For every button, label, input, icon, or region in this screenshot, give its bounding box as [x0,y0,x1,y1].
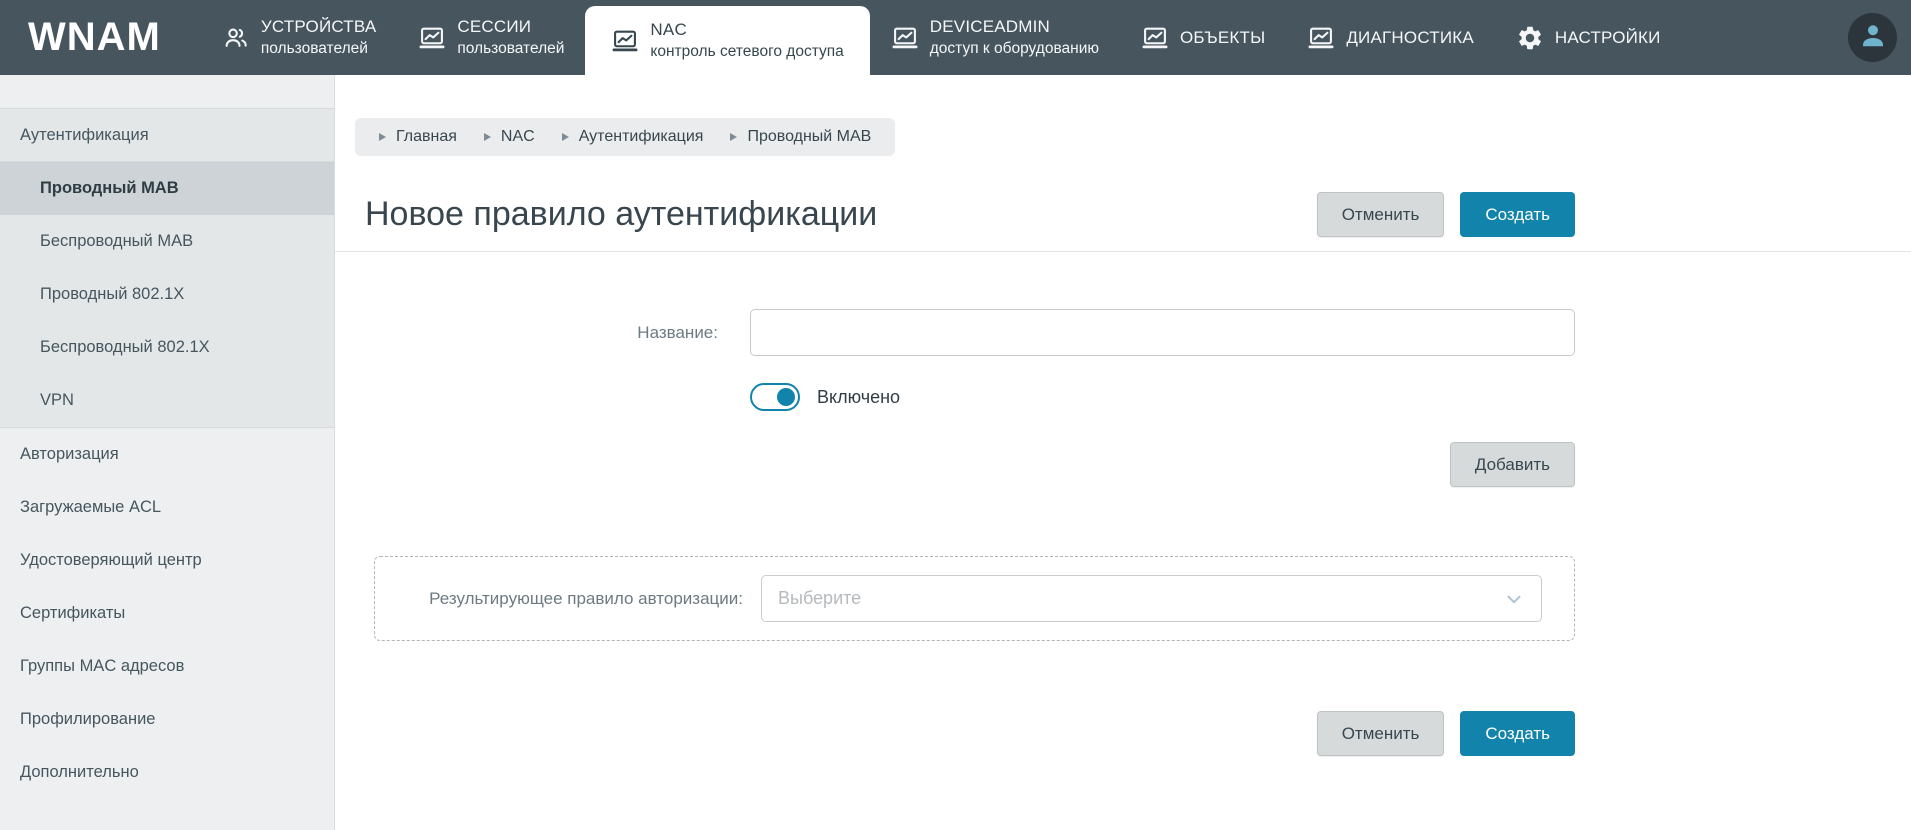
wnam-app: WNAM УСТРОЙСТВА пользователей СЕССИИ пол… [0,0,1911,830]
sidebar-item-certificate-authority[interactable]: Удостоверяющий центр [0,534,334,587]
enabled-row: Включено [750,383,1575,411]
name-input[interactable] [750,309,1575,356]
page-title: Новое правило аутентификации [365,195,878,233]
nav-label: NAC [650,20,687,39]
add-button[interactable]: Добавить [1449,442,1575,487]
sidebar-item-wireless-mab[interactable]: Беспроводный MAB [0,215,334,268]
sidebar: Аутентификация Проводный MAB Беспроводны… [0,75,335,830]
nav-sublabel: пользователей [457,40,565,57]
nav-item-diagnostics[interactable]: ДИАГНОСТИКА [1286,0,1495,75]
nav-sublabel: доступ к оборудованию [929,40,1099,57]
nav-item-nac[interactable]: NAC контроль сетевого доступа [585,6,870,75]
nav-item-settings[interactable]: НАСТРОЙКИ [1495,0,1682,75]
name-row: Название: [365,309,1575,356]
result-rule-label: Результирующее правило авторизации: [429,588,743,608]
title-divider [335,251,1911,252]
top-navigation: УСТРОЙСТВА пользователей СЕССИИ пользова… [201,0,1682,75]
monitor-chart-icon [1307,24,1335,52]
nav-text: ОБЪЕКТЫ [1180,28,1265,48]
rule-form: Название: Включено Добавить Результирующ… [365,309,1575,756]
nav-item-devices[interactable]: УСТРОЙСТВА пользователей [201,0,398,75]
add-row: Добавить [365,442,1575,487]
main-content: Главная NAC Аутентификация Проводный MAB [335,75,1911,830]
nav-label: ОБЪЕКТЫ [1179,27,1266,47]
sidebar-item-wireless-8021x[interactable]: Беспроводный 802.1X [0,321,334,374]
title-row: Новое правило аутентификации Отменить Со… [365,192,1575,237]
nav-item-objects[interactable]: ОБЪЕКТЫ [1120,0,1286,75]
breadcrumb: Главная NAC Аутентификация Проводный MAB [355,118,896,156]
nav-label: СЕССИИ [457,17,532,36]
nav-label: УСТРОЙСТВА [260,17,377,36]
create-button-bottom[interactable]: Создать [1460,711,1575,756]
sidebar-item-wired-mab[interactable]: Проводный MAB [0,162,334,215]
sidebar-item-mac-groups[interactable]: Группы MAC адресов [0,640,334,693]
create-button[interactable]: Создать [1460,192,1575,237]
toggle-knob [777,388,795,406]
nav-text: NAC контроль сетевого доступа [650,20,843,61]
triangle-icon [730,133,738,141]
header-actions: Отменить Создать [1316,192,1575,237]
sidebar-item-vpn[interactable]: VPN [0,374,334,427]
user-icon [1858,20,1888,55]
nav-label: ДИАГНОСТИКА [1346,27,1474,47]
nav-label: DEVICEADMIN [929,17,1051,36]
sidebar-item-authentication[interactable]: Аутентификация [0,109,334,162]
monitor-chart-icon [1141,24,1169,52]
monitor-chart-icon [891,24,919,52]
sidebar-item-certificates[interactable]: Сертификаты [0,587,334,640]
sidebar-group-authentication: Аутентификация Проводный MAB Беспроводны… [0,108,334,428]
result-rule-box: Результирующее правило авторизации: Выбе… [374,556,1575,641]
topbar: WNAM УСТРОЙСТВА пользователей СЕССИИ пол… [0,0,1911,75]
wnam-logo: WNAM [28,15,161,59]
breadcrumb-label: Аутентификация [578,128,704,145]
breadcrumb-item-wired-mab[interactable]: Проводный MAB [730,128,871,146]
nav-text: СЕССИИ пользователей [457,17,564,58]
triangle-icon [561,133,569,141]
breadcrumb-item-home[interactable]: Главная [379,128,457,146]
breadcrumb-label: NAC [500,128,535,145]
nav-text: DEVICEADMIN доступ к оборудованию [930,17,1099,58]
footer-actions: Отменить Создать [365,711,1575,756]
nav-sublabel: пользователей [260,40,368,57]
sidebar-item-profiling[interactable]: Профилирование [0,693,334,746]
avatar[interactable] [1848,13,1897,62]
breadcrumb-label: Главная [396,128,457,145]
people-icon [222,24,250,52]
sidebar-item-additional[interactable]: Дополнительно [0,746,334,799]
breadcrumb-item-nac[interactable]: NAC [483,128,535,146]
nav-item-sessions[interactable]: СЕССИИ пользователей [397,0,585,75]
breadcrumb-label: Проводный MAB [747,128,872,145]
select-placeholder: Выберите [778,588,862,608]
sidebar-item-downloadable-acl[interactable]: Загружаемые ACL [0,481,334,534]
nav-item-deviceadmin[interactable]: DEVICEADMIN доступ к оборудованию [870,0,1120,75]
sidebar-item-wired-8021x[interactable]: Проводный 802.1X [0,268,334,321]
cancel-button[interactable]: Отменить [1316,192,1445,237]
nav-text: НАСТРОЙКИ [1555,28,1661,48]
triangle-icon [483,133,491,141]
nav-label: НАСТРОЙКИ [1554,27,1661,47]
nav-sublabel: контроль сетевого доступа [650,43,844,60]
avatar-wrap [1848,0,1911,75]
enabled-toggle[interactable] [750,383,800,411]
triangle-icon [379,133,386,141]
cancel-button-bottom[interactable]: Отменить [1316,711,1445,756]
monitor-chart-icon [418,24,446,52]
monitor-chart-icon [611,27,639,55]
name-label: Название: [637,322,718,342]
nav-text: УСТРОЙСТВА пользователей [261,17,377,58]
enabled-label: Включено [817,386,901,407]
gear-icon [1516,24,1544,52]
nav-text: ДИАГНОСТИКА [1346,28,1474,48]
chevron-down-icon [1507,595,1521,603]
breadcrumb-item-authentication[interactable]: Аутентификация [561,128,704,146]
result-rule-select[interactable]: Выберите [761,575,1542,622]
sidebar-item-authorization[interactable]: Авторизация [0,428,334,481]
